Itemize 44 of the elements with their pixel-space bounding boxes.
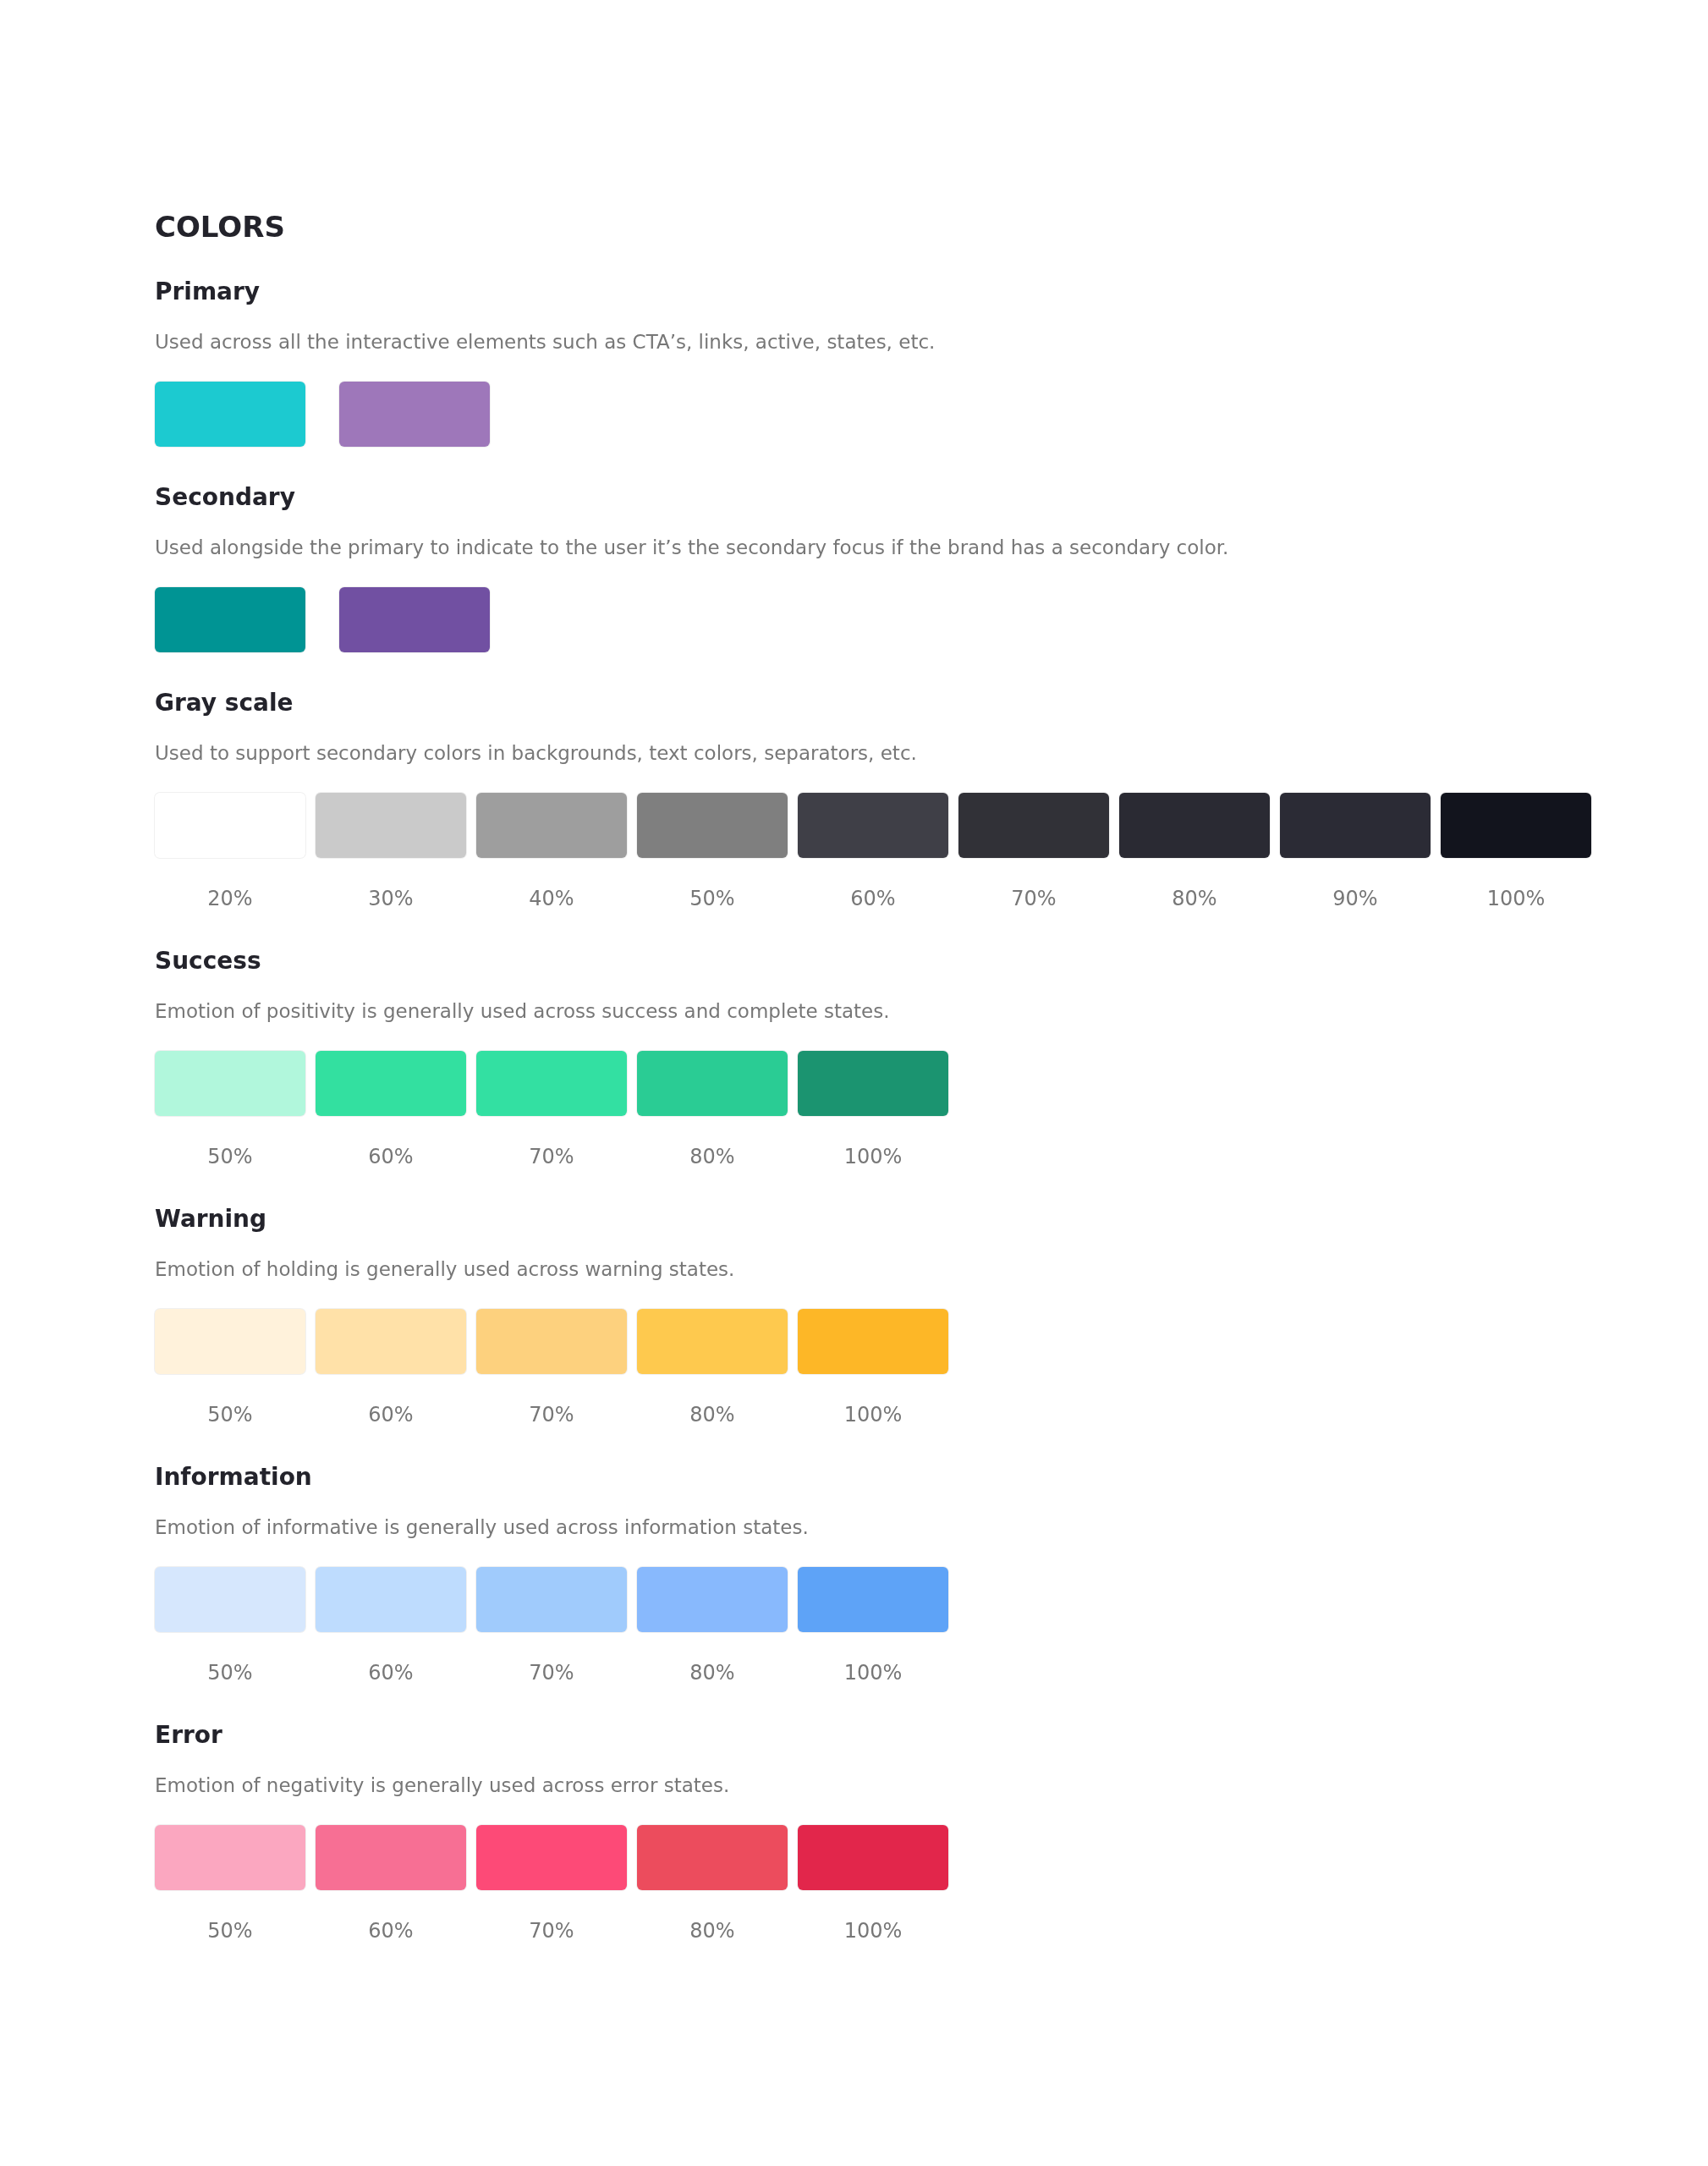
swatch-label: 60% — [368, 1403, 414, 1427]
swatch-label: 80% — [689, 1145, 735, 1168]
section-description: Used across all the interactive elements such as CTA’s, links, active, states, etc. — [155, 331, 936, 353]
swatch-label: 50% — [207, 1403, 253, 1427]
swatch-label: 100% — [1486, 887, 1546, 910]
swatch-label: 20% — [207, 887, 253, 910]
swatch-label: 40% — [529, 887, 574, 910]
page-title: COLORS — [155, 210, 286, 244]
swatch-label: 50% — [207, 1919, 253, 1943]
swatch-label: 60% — [368, 1661, 414, 1685]
swatch-label: 100% — [843, 1919, 903, 1943]
swatch-label: 80% — [689, 1919, 735, 1943]
swatch-label: 50% — [207, 1661, 253, 1685]
swatch-label: 70% — [529, 1661, 574, 1685]
swatch-label: 70% — [529, 1403, 574, 1427]
section-description: Used alongside the primary to indicate to the user it’s the secondary focus if the brand has a secondary color. — [155, 536, 1230, 558]
section-title: Success — [155, 947, 262, 975]
section-title: Primary — [155, 278, 261, 305]
swatch-label: 80% — [1172, 887, 1217, 910]
section-title: Gray scale — [155, 689, 294, 717]
swatch-label: 60% — [368, 1919, 414, 1943]
section-description: Emotion of holding is generally used across warning states. — [155, 1258, 736, 1280]
section-description: Emotion of positivity is generally used across success and complete states. — [155, 1000, 891, 1022]
section-description: Emotion of informative is generally used across information states. — [155, 1516, 810, 1538]
swatch-label: 100% — [843, 1661, 903, 1685]
swatch-label: 30% — [368, 887, 414, 910]
swatch-label: 60% — [368, 1145, 414, 1168]
section-title: Information — [155, 1463, 313, 1491]
section-description: Used to support secondary colors in backgrounds, text colors, separators, etc. — [155, 742, 918, 764]
section-description: Emotion of negativity is generally used across error states. — [155, 1774, 731, 1796]
section-title: Secondary — [155, 483, 296, 511]
swatch-label: 70% — [1011, 887, 1057, 910]
section-title: Warning — [155, 1205, 268, 1233]
swatch-label: 50% — [689, 887, 735, 910]
swatch-label: 70% — [529, 1919, 574, 1943]
swatch-label: 100% — [843, 1145, 903, 1168]
swatch-label: 80% — [689, 1661, 735, 1685]
swatch-label: 50% — [207, 1145, 253, 1168]
swatch-label: 90% — [1332, 887, 1378, 910]
swatch-label: 70% — [529, 1145, 574, 1168]
swatch-label: 80% — [689, 1403, 735, 1427]
section-title: Error — [155, 1721, 223, 1749]
swatch-label: 60% — [850, 887, 896, 910]
swatch-label: 100% — [843, 1403, 903, 1427]
